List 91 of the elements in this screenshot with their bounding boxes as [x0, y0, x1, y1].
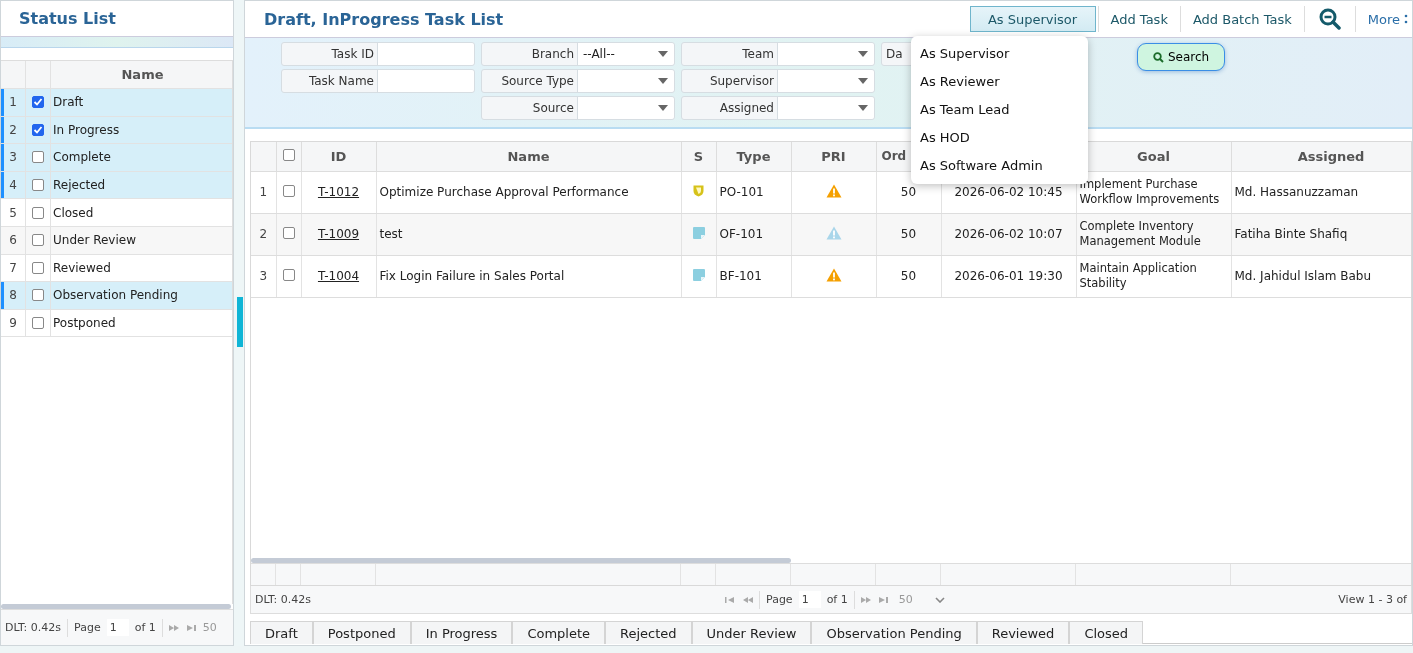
table-cell: Md. Jahidul Islam Babu [1231, 255, 1411, 297]
status-tab[interactable]: Complete [512, 621, 606, 644]
row-number: 2 [251, 213, 276, 255]
toolbar-button[interactable]: Add Task [1097, 6, 1180, 32]
status-row[interactable]: 8 Observation Pending [1, 282, 232, 310]
status-name: Rejected [53, 178, 106, 193]
status-row[interactable]: 5 Closed [1, 199, 232, 227]
page-label: Page [766, 593, 793, 606]
column-header: Type [716, 142, 791, 171]
table-cell: 2026-06-01 19:30 [941, 255, 1076, 297]
status-row[interactable]: 9 Postponed [1, 309, 232, 338]
field-label: Team [742, 47, 774, 61]
load-time: DLT: 0.42s [5, 621, 62, 634]
row-number: 9 [9, 316, 17, 331]
status-name: In Progress [53, 122, 120, 137]
menu-item[interactable]: As Team Lead [911, 96, 1088, 124]
row-number: 3 [9, 150, 17, 165]
column-header: PRI [791, 142, 876, 171]
status-name: Closed [53, 205, 94, 220]
page-count: of 1 [134, 621, 156, 634]
status-name: Complete [53, 150, 111, 165]
status-row[interactable]: 4 Rejected [1, 171, 232, 200]
field-label: Task ID [331, 47, 374, 61]
status-name: Postponed [53, 316, 116, 331]
status-tab[interactable]: Under Review [691, 621, 812, 644]
table-cell: OF-101 [716, 213, 791, 255]
table-cell: Optimize Purchase Approval Performance [376, 171, 681, 213]
page-input[interactable]: 1 [106, 619, 129, 636]
table-cell: BF-101 [716, 255, 791, 297]
table-cell: Fatiha Binte Shafiq [1231, 213, 1411, 255]
row-number: 2 [9, 122, 17, 137]
field-label: Da [886, 47, 903, 61]
table-cell: PO-101 [716, 171, 791, 213]
table-cell: Maintain Application Stability [1076, 255, 1231, 297]
row-number: 7 [9, 260, 17, 275]
role-dropdown[interactable]: As Supervisor [969, 6, 1096, 32]
table-cell: Complete Inventory Management Module [1076, 213, 1231, 255]
more-button[interactable]: More [1354, 6, 1412, 32]
row-number: 1 [251, 171, 276, 213]
task-link[interactable]: T-1009 [317, 227, 360, 241]
page-input[interactable]: 1 [798, 591, 821, 608]
panel-title: Draft, InProgress Task List [263, 9, 504, 29]
status-name: Observation Pending [53, 288, 178, 303]
search-button[interactable]: Search [1137, 43, 1225, 71]
row-number: 8 [9, 288, 17, 303]
table-cell: 50 [876, 255, 941, 297]
status-tab[interactable]: Reviewed [976, 621, 1070, 644]
field-label: Supervisor [709, 74, 774, 88]
field-label: Branch [531, 47, 574, 61]
status-name: Under Review [53, 233, 136, 248]
status-tab[interactable]: Postponed [312, 621, 411, 644]
status-name: Draft [53, 95, 84, 110]
status-tab[interactable]: Observation Pending [811, 621, 977, 644]
row-number: 5 [9, 205, 17, 220]
page-count: of 1 [826, 593, 848, 606]
field-label: Source Type [501, 74, 574, 88]
field-label: Task Name [308, 74, 374, 88]
task-link[interactable]: T-1012 [317, 185, 360, 199]
record-count: View 1 - 3 of [1338, 593, 1407, 606]
column-header: Name [120, 66, 165, 84]
row-number: 4 [9, 178, 17, 193]
column-header: S [681, 142, 716, 171]
table-cell: Fix Login Failure in Sales Portal [376, 255, 681, 297]
status-tab[interactable]: Draft [250, 621, 313, 644]
toolbar-button[interactable]: Add Batch Task [1179, 6, 1304, 32]
row-number: 1 [9, 95, 17, 110]
table-cell: test [376, 213, 681, 255]
column-header: Assigned [1231, 142, 1411, 171]
row-number: 6 [9, 233, 17, 248]
status-name: Reviewed [53, 260, 111, 275]
table-cell: Md. Hassanuzzaman [1231, 171, 1411, 213]
field-label: Assigned [719, 101, 774, 115]
task-link[interactable]: T-1004 [317, 269, 360, 283]
table-cell: 50 [876, 213, 941, 255]
status-row[interactable]: 6 Under Review [1, 226, 232, 255]
status-row[interactable]: 1 Draft [1, 89, 232, 117]
menu-item[interactable]: As Supervisor [911, 40, 1088, 68]
column-header: Name [376, 142, 681, 171]
column-header: ID [301, 142, 376, 171]
page-label: Page [74, 621, 101, 634]
status-row[interactable]: 3 Complete [1, 144, 232, 172]
status-tab[interactable]: Rejected [605, 621, 692, 644]
field-label: Source [532, 101, 574, 115]
status-tab[interactable]: In Progress [410, 621, 513, 644]
load-time: DLT: 0.42s [255, 593, 313, 606]
select-field[interactable]: --All-- [577, 43, 674, 65]
table-cell: 2026-06-02 10:07 [941, 213, 1076, 255]
status-tab[interactable]: Closed [1069, 621, 1144, 644]
menu-item[interactable]: As Reviewer [911, 68, 1088, 96]
status-row[interactable]: 2 In Progress [1, 116, 232, 145]
row-number: 3 [251, 255, 276, 297]
